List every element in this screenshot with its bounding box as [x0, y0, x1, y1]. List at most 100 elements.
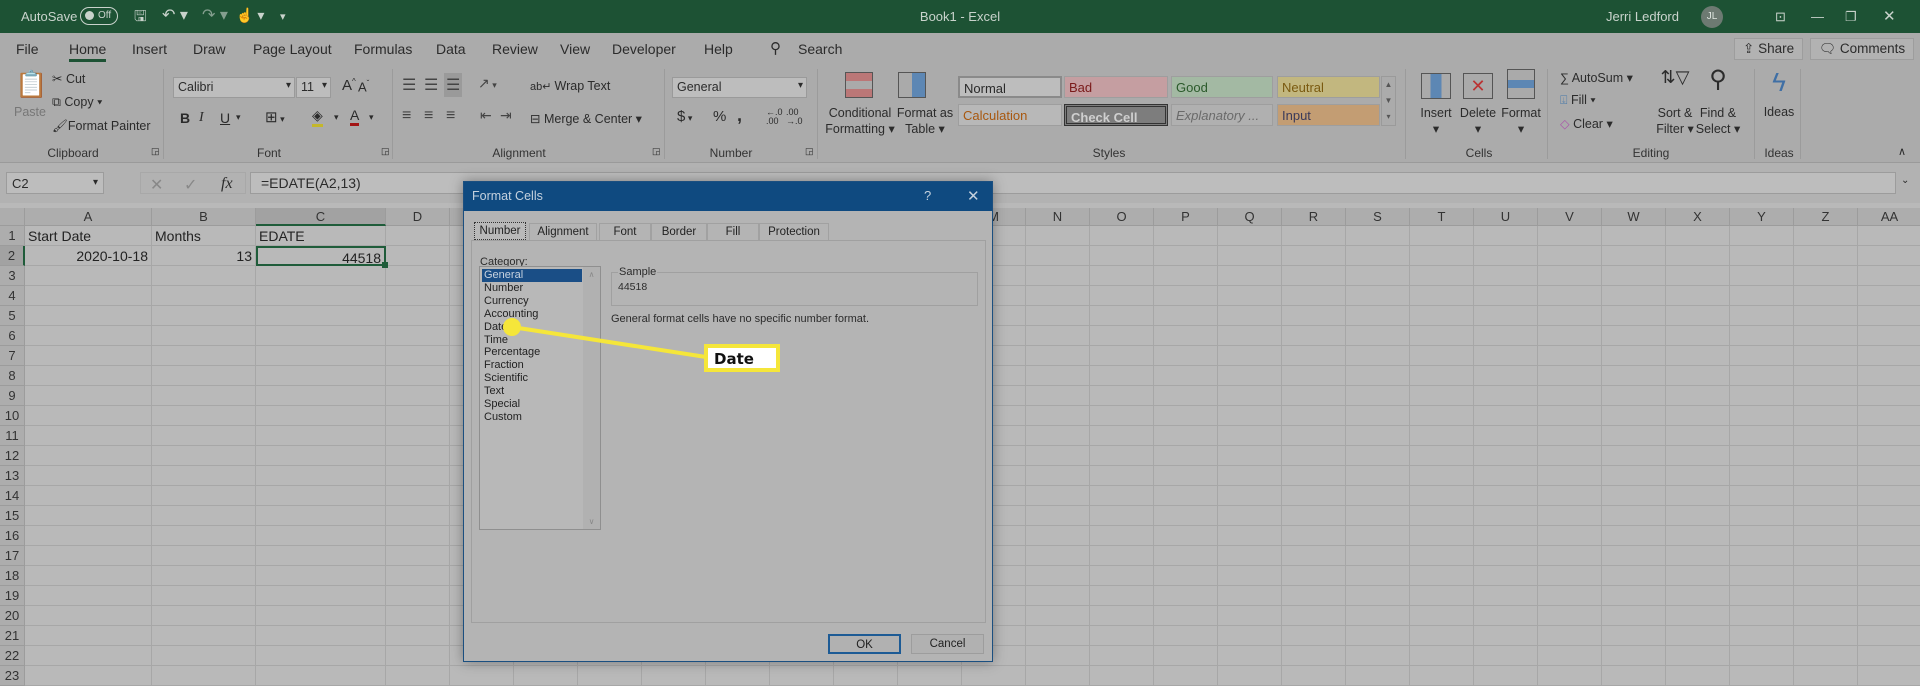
cell-q22[interactable]	[1218, 646, 1282, 666]
cell-aa15[interactable]	[1858, 506, 1920, 526]
dialog-launcher-icon[interactable]: ◲	[151, 146, 160, 157]
cell-o3[interactable]	[1090, 266, 1154, 286]
name-box[interactable]: C2 ▾	[6, 172, 104, 194]
cell-a19[interactable]	[25, 586, 152, 606]
cell-p11[interactable]	[1154, 426, 1218, 446]
font-color-icon[interactable]: A	[350, 107, 360, 126]
cell-p16[interactable]	[1154, 526, 1218, 546]
ok-button[interactable]: OK	[828, 634, 901, 654]
cell-a18[interactable]	[25, 566, 152, 586]
cell-style-input[interactable]: Input	[1277, 104, 1380, 126]
cell-o9[interactable]	[1090, 386, 1154, 406]
cell-v2[interactable]	[1538, 246, 1602, 266]
cell-y17[interactable]	[1730, 546, 1794, 566]
cell-d23[interactable]	[386, 666, 450, 686]
cell-aa21[interactable]	[1858, 626, 1920, 646]
clear-button[interactable]: ◇ Clear ▾	[1560, 116, 1613, 131]
cell-r1[interactable]	[1282, 226, 1346, 246]
cell-t23[interactable]	[1410, 666, 1474, 686]
cell-x4[interactable]	[1666, 286, 1730, 306]
cell-c22[interactable]	[256, 646, 386, 666]
column-header-u[interactable]: U	[1474, 208, 1538, 226]
cell-p21[interactable]	[1154, 626, 1218, 646]
column-header-v[interactable]: V	[1538, 208, 1602, 226]
cell-x10[interactable]	[1666, 406, 1730, 426]
insert-function-icon[interactable]: fx	[221, 175, 233, 193]
dialog-launcher-icon[interactable]: ◲	[652, 146, 661, 157]
cell-s8[interactable]	[1346, 366, 1410, 386]
cell-s16[interactable]	[1346, 526, 1410, 546]
cell-p2[interactable]	[1154, 246, 1218, 266]
cell-t15[interactable]	[1410, 506, 1474, 526]
undo-icon[interactable]: ↶ ▾	[162, 5, 188, 25]
cell-u22[interactable]	[1474, 646, 1538, 666]
cell-o16[interactable]	[1090, 526, 1154, 546]
underline-button[interactable]: U	[220, 110, 230, 126]
cell-r13[interactable]	[1282, 466, 1346, 486]
cell-u4[interactable]	[1474, 286, 1538, 306]
row-header[interactable]: 9	[0, 386, 25, 406]
expand-formula-bar-icon[interactable]: ⌄	[1901, 175, 1909, 186]
cell-x19[interactable]	[1666, 586, 1730, 606]
cell-t8[interactable]	[1410, 366, 1474, 386]
cell-w8[interactable]	[1602, 366, 1666, 386]
cell-x17[interactable]	[1666, 546, 1730, 566]
cell-n10[interactable]	[1026, 406, 1090, 426]
cell-c20[interactable]	[256, 606, 386, 626]
list-scrollbar[interactable]: ∧ ∨	[583, 267, 600, 529]
minimize-icon[interactable]: —	[1811, 9, 1824, 24]
cell-x7[interactable]	[1666, 346, 1730, 366]
cell-b17[interactable]	[152, 546, 256, 566]
column-header-q[interactable]: Q	[1218, 208, 1282, 226]
row-header[interactable]: 11	[0, 426, 25, 446]
search-icon[interactable]: ⚲	[770, 39, 781, 57]
cell-r6[interactable]	[1282, 326, 1346, 346]
cell-t7[interactable]	[1410, 346, 1474, 366]
cell-o7[interactable]	[1090, 346, 1154, 366]
row-header[interactable]: 20	[0, 606, 25, 626]
conditional-formatting-icon[interactable]	[845, 72, 873, 98]
cell-q20[interactable]	[1218, 606, 1282, 626]
cell-w15[interactable]	[1602, 506, 1666, 526]
cell-p17[interactable]	[1154, 546, 1218, 566]
cell-e23[interactable]	[450, 666, 514, 686]
tab-help[interactable]: Help	[704, 41, 733, 57]
cell-w18[interactable]	[1602, 566, 1666, 586]
cell-b2[interactable]: 13	[152, 246, 256, 266]
tab-draw[interactable]: Draw	[193, 41, 226, 57]
cell-q10[interactable]	[1218, 406, 1282, 426]
tab-page-layout[interactable]: Page Layout	[253, 41, 332, 57]
tab-data[interactable]: Data	[436, 41, 466, 57]
cell-n6[interactable]	[1026, 326, 1090, 346]
cell-s3[interactable]	[1346, 266, 1410, 286]
cell-p4[interactable]	[1154, 286, 1218, 306]
orientation-icon[interactable]: ↗ ▾	[478, 75, 497, 92]
ideas-button[interactable]: Ideas	[1764, 105, 1795, 119]
format-as-table-icon[interactable]	[898, 72, 926, 98]
cell-q9[interactable]	[1218, 386, 1282, 406]
cell-a13[interactable]	[25, 466, 152, 486]
cell-c1[interactable]: EDATE	[256, 226, 386, 246]
cell-t6[interactable]	[1410, 326, 1474, 346]
tab-developer[interactable]: Developer	[612, 41, 676, 57]
cell-s4[interactable]	[1346, 286, 1410, 306]
row-header[interactable]: 6	[0, 326, 25, 346]
cell-b21[interactable]	[152, 626, 256, 646]
cell-aa10[interactable]	[1858, 406, 1920, 426]
column-header-d[interactable]: D	[386, 208, 450, 226]
cell-s5[interactable]	[1346, 306, 1410, 326]
cell-w9[interactable]	[1602, 386, 1666, 406]
cell-p23[interactable]	[1154, 666, 1218, 686]
tab-formulas[interactable]: Formulas	[354, 41, 412, 57]
cell-y13[interactable]	[1730, 466, 1794, 486]
cell-w4[interactable]	[1602, 286, 1666, 306]
cell-t20[interactable]	[1410, 606, 1474, 626]
cell-y11[interactable]	[1730, 426, 1794, 446]
tab-number[interactable]: Number	[474, 222, 526, 240]
chevron-down-icon[interactable]: ▾	[236, 112, 241, 123]
cell-n1[interactable]	[1026, 226, 1090, 246]
tab-font[interactable]: Font	[599, 223, 651, 241]
column-header-p[interactable]: P	[1154, 208, 1218, 226]
cell-y18[interactable]	[1730, 566, 1794, 586]
cell-d5[interactable]	[386, 306, 450, 326]
